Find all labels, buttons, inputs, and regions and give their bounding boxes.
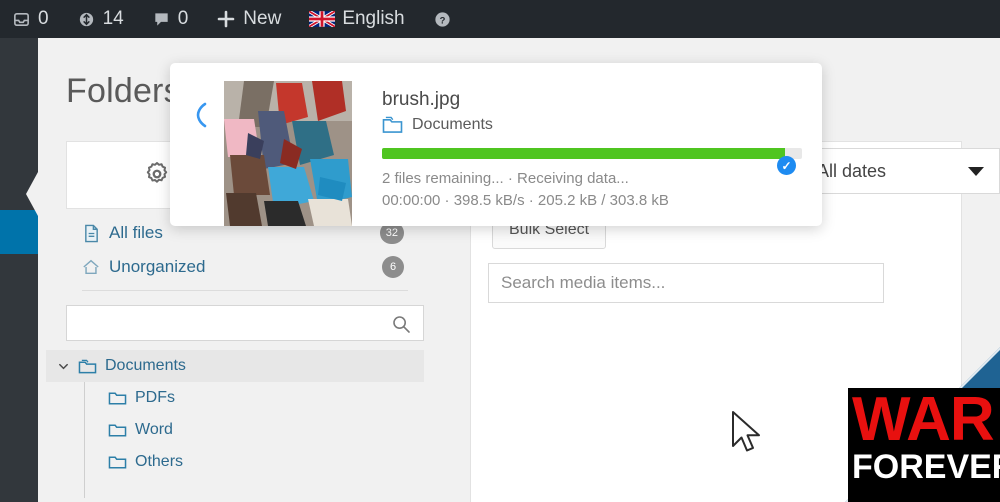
- folder-quick-list: All files 32 Unorganized 6: [66, 216, 424, 291]
- home-icon: [82, 258, 100, 276]
- upload-info: brush.jpg Documents 2 files remaining...…: [352, 81, 802, 212]
- inbox-icon: [12, 10, 31, 29]
- admin-top-bar: 0 14 0 New English ?: [0, 0, 1000, 38]
- spinner-icon: [190, 101, 212, 129]
- tree-item-label: Documents: [105, 357, 186, 374]
- upload-speed-line: 00:00:00 · 398.5 kB/s · 205.2 kB / 303.8…: [382, 191, 669, 209]
- caret-down-icon: [967, 165, 985, 178]
- upload-progress-fill: [382, 148, 786, 159]
- topbar-item-new[interactable]: New: [216, 8, 281, 30]
- plus-icon: [216, 9, 236, 29]
- search-icon: [391, 314, 411, 334]
- watermark-title-bottom: FOREVER: [852, 447, 1000, 486]
- help-icon: ?: [433, 10, 452, 29]
- upload-file-name: brush.jpg: [382, 89, 461, 110]
- tree-item-pdfs[interactable]: PDFs: [46, 382, 424, 414]
- watermark-title-top: WAR: [852, 388, 995, 454]
- tree-item-word[interactable]: Word: [46, 414, 424, 446]
- upload-thumbnail: [224, 81, 352, 226]
- comment-icon: [152, 10, 171, 29]
- flag-uk-icon: [309, 11, 336, 27]
- upload-status-line: 2 files remaining... · Receiving data...: [382, 170, 629, 187]
- tree-item-others[interactable]: Others: [46, 446, 424, 478]
- folder-open-icon: [78, 358, 97, 375]
- comments-count: 0: [177, 8, 189, 29]
- media-search-placeholder: Search media items...: [501, 273, 666, 292]
- upload-target-folder: Documents: [382, 116, 802, 134]
- tree-item-label: Word: [135, 421, 173, 438]
- updates-count: 14: [102, 8, 124, 29]
- language-label: English: [342, 8, 405, 29]
- folder-icon: [108, 454, 127, 471]
- folder-icon: [108, 390, 127, 407]
- admin-left-rail: [0, 38, 38, 502]
- folder-icon: [382, 116, 403, 134]
- upload-progress-popup: brush.jpg Documents 2 files remaining...…: [170, 63, 822, 226]
- topbar-item-language[interactable]: English: [309, 8, 405, 30]
- rail-active-notch: [26, 172, 38, 216]
- new-label: New: [243, 8, 282, 29]
- topbar-item-help[interactable]: ?: [433, 10, 452, 29]
- media-search-input[interactable]: Search media items...: [488, 263, 884, 303]
- folder-search-input[interactable]: [66, 305, 424, 341]
- topbar-item-comments[interactable]: 0: [152, 8, 189, 30]
- all-files-label: All files: [109, 223, 163, 242]
- svg-text:?: ?: [439, 15, 445, 26]
- updates-inbox-count: 0: [38, 8, 49, 29]
- page-title: Folders: [66, 72, 181, 110]
- upload-folder-name: Documents: [412, 116, 493, 133]
- refresh-icon: [77, 10, 96, 29]
- sidebar-item-unorganized[interactable]: Unorganized 6: [66, 250, 424, 284]
- dates-filter-select[interactable]: All dates: [800, 148, 1000, 194]
- file-icon: [82, 224, 100, 243]
- dates-filter-value: All dates: [817, 160, 887, 181]
- gear-icon: [143, 160, 171, 188]
- upload-progress-bar: [382, 148, 802, 159]
- chevron-down-icon[interactable]: [56, 360, 70, 373]
- folder-tree: Documents PDFs Word Others: [46, 350, 424, 478]
- screen: 0 14 0 New English ? Folders All files 3…: [0, 0, 1000, 502]
- check-circle-icon: ✓: [777, 156, 796, 175]
- tree-item-label: Others: [135, 453, 184, 470]
- mouse-pointer-icon: [731, 410, 765, 458]
- tree-item-documents[interactable]: Documents: [46, 350, 424, 382]
- rail-active-item[interactable]: [0, 210, 38, 254]
- sidebar-divider: [82, 290, 408, 291]
- folder-icon: [108, 422, 127, 439]
- folder-settings-button[interactable]: [143, 160, 171, 188]
- watermark-logo-box: WAR FOREVER: [848, 388, 1000, 502]
- unorganized-badge: 6: [382, 256, 404, 278]
- topbar-item-updates[interactable]: 14: [77, 8, 124, 30]
- tree-item-label: PDFs: [135, 389, 175, 406]
- upload-stats: 2 files remaining... · Receiving data...…: [382, 168, 802, 212]
- topbar-item-updates-inbox[interactable]: 0: [12, 8, 49, 30]
- unorganized-label: Unorganized: [109, 257, 206, 276]
